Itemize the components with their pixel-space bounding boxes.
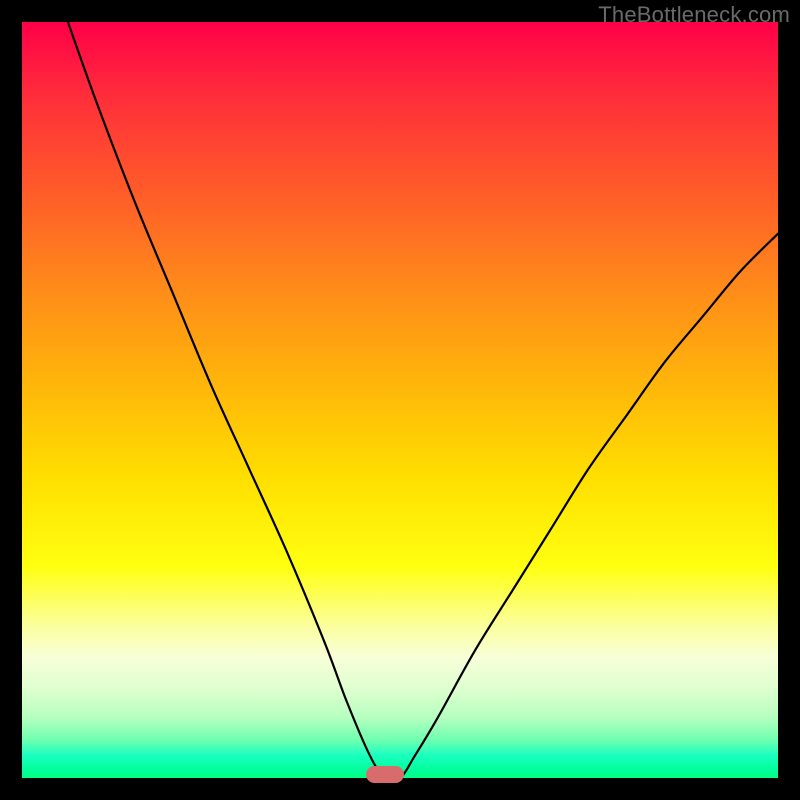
- chart-frame: TheBottleneck.com: [0, 0, 800, 800]
- bottleneck-curve: [22, 22, 778, 778]
- watermark-text: TheBottleneck.com: [598, 2, 790, 28]
- min-marker: [366, 766, 404, 783]
- plot-area: [22, 22, 778, 778]
